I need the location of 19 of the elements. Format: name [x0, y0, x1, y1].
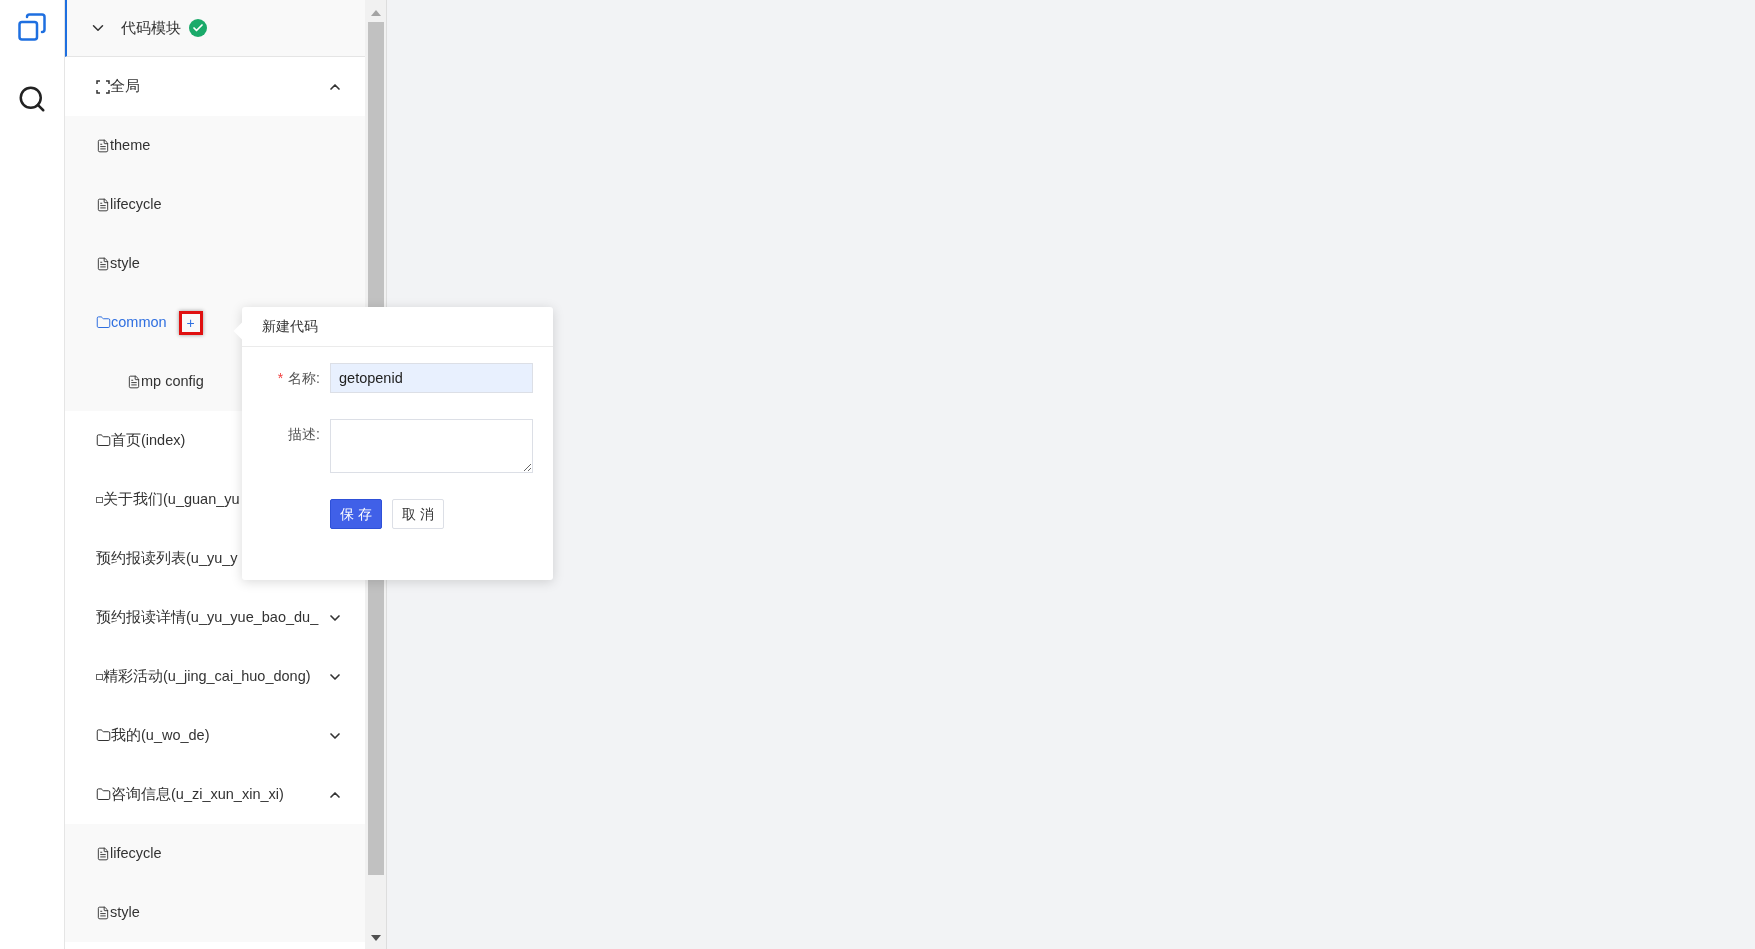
- popover-title: 新建代码: [262, 317, 318, 336]
- item-label: 关于我们(u_guan_yu: [103, 489, 240, 509]
- item-label: style: [110, 902, 140, 922]
- item-label: 精彩活动(u_jing_cai_huo_dong): [103, 666, 311, 686]
- item-label: style: [110, 253, 140, 273]
- item-label: lifecycle: [110, 194, 162, 214]
- item-label: theme: [110, 135, 151, 155]
- item-label: 我的(u_wo_de): [111, 725, 210, 745]
- item-label: 咨询信息(u_zi_xun_xin_xi): [111, 784, 284, 804]
- item-label: lifecycle: [110, 843, 162, 863]
- item-label: 全局: [110, 76, 140, 96]
- item-label: 首页(index): [111, 430, 186, 450]
- item-label: 预约报读列表(u_yu_y: [96, 548, 238, 568]
- item-label: common: [111, 312, 167, 332]
- field-label: 描述:: [288, 424, 320, 444]
- item-label: 预约报读详情(u_yu_yue_bao_du_: [96, 607, 319, 627]
- module-title: 代码模块: [121, 17, 181, 38]
- item-label: mp config: [141, 371, 204, 391]
- field-label: * 名称:: [277, 368, 320, 388]
